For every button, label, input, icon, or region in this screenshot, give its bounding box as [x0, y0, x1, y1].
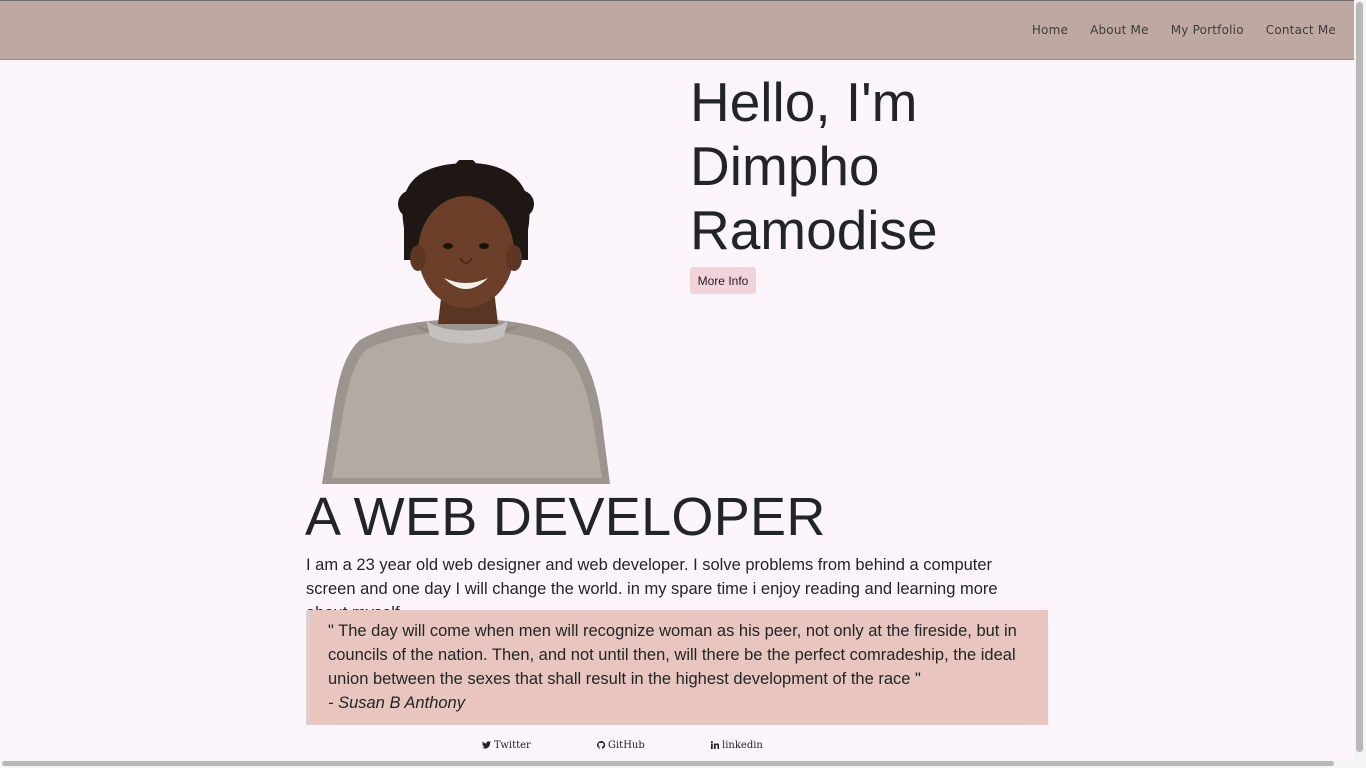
- navbar: Home About Me My Portfolio Contact Me: [0, 1, 1354, 60]
- horizontal-scrollbar-thumb[interactable]: [2, 761, 1334, 766]
- nav-link-contact-me[interactable]: Contact Me: [1266, 23, 1336, 37]
- twitter-label: Twitter: [494, 739, 531, 751]
- profile-photo: [322, 160, 612, 484]
- nav-link-home[interactable]: Home: [1032, 23, 1068, 37]
- quote-block: " The day will come when men will recogn…: [306, 610, 1048, 725]
- hero-title: Hello, I'm Dimpho Ramodise: [690, 70, 1110, 262]
- about-title: A WEB DEVELOPER: [305, 487, 826, 547]
- hero-first-name: Dimpho: [690, 135, 880, 197]
- horizontal-scrollbar[interactable]: [0, 759, 1354, 768]
- hero-greeting: Hello, I'm: [690, 71, 918, 133]
- social-link-twitter[interactable]: Twitter: [482, 738, 531, 752]
- quote-author: - Susan B Anthony: [328, 694, 465, 712]
- vertical-scrollbar-thumb[interactable]: [1356, 2, 1363, 752]
- more-info-button[interactable]: More Info: [690, 267, 756, 294]
- nav-links: Home About Me My Portfolio Contact Me: [1032, 1, 1336, 59]
- nav-link-my-portfolio[interactable]: My Portfolio: [1171, 23, 1244, 37]
- linkedin-label: linkedin: [722, 739, 763, 751]
- quote-text: " The day will come when men will recogn…: [328, 622, 1017, 688]
- twitter-icon: [482, 741, 491, 749]
- social-link-linkedin[interactable]: linkedin: [711, 738, 763, 752]
- nav-link-about-me[interactable]: About Me: [1090, 23, 1149, 37]
- github-icon: [597, 741, 605, 749]
- social-link-github[interactable]: GitHub: [597, 738, 645, 752]
- vertical-scrollbar[interactable]: [1354, 0, 1366, 768]
- github-label: GitHub: [608, 739, 645, 751]
- hero-last-name: Ramodise: [690, 199, 938, 261]
- linkedin-icon: [711, 741, 719, 749]
